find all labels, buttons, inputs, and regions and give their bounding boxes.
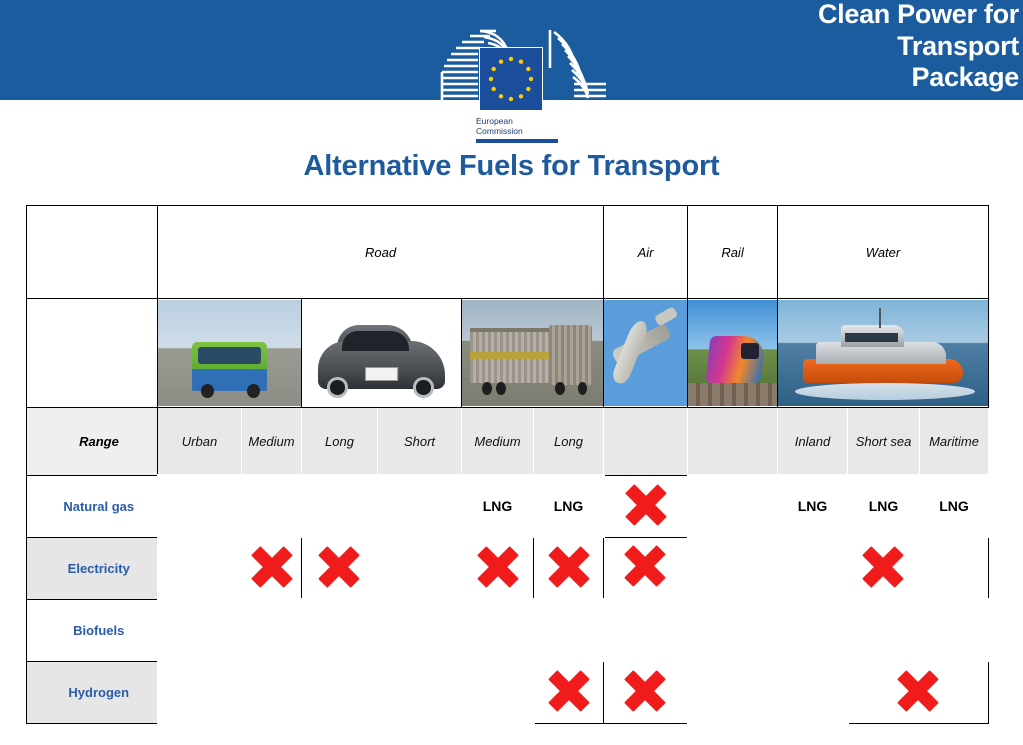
range-maritime: Maritime <box>919 407 990 476</box>
fuel-row-natural-gas: Natural gas LNG LNG LNG LNG LNG <box>26 474 990 538</box>
fuel-label-hydrogen: Hydrogen <box>26 660 158 724</box>
cell-natgas-urban[interactable] <box>156 474 243 538</box>
cell-elec-short-truck[interactable] <box>376 536 463 600</box>
fuel-label-electricity: Electricity <box>26 536 158 600</box>
range-long-truck: Long <box>532 407 605 476</box>
cell-natgas-medium-car[interactable] <box>240 474 303 538</box>
cell-h2-medium-truck[interactable] <box>460 660 535 724</box>
cell-h2-air[interactable] <box>603 660 689 724</box>
cell-bio-inland[interactable] <box>776 598 849 662</box>
plane-photo <box>603 298 689 408</box>
alternative-fuels-matrix: Road Air Rail Water Range Urban Medium L… <box>26 205 990 724</box>
range-short-truck: Short <box>377 407 462 476</box>
car-photo <box>301 298 462 408</box>
cell-elec-medium-truck[interactable] <box>461 536 534 600</box>
fuel-row-hydrogen: Hydrogen <box>26 660 990 724</box>
european-commission-logo: European Commission <box>434 22 614 143</box>
cell-elec-water[interactable] <box>777 536 990 600</box>
cell-h2-long-truck[interactable] <box>532 660 605 724</box>
cell-natgas-short-sea[interactable]: LNG <box>846 474 921 538</box>
truck-photo <box>460 298 605 408</box>
eu-flag-icon <box>479 47 543 111</box>
cross-icon <box>860 544 906 590</box>
cross-icon <box>475 544 521 590</box>
cell-elec-rail[interactable] <box>686 536 779 600</box>
range-inland: Inland <box>777 407 849 476</box>
cell-natgas-maritime[interactable]: LNG <box>918 474 990 538</box>
cell-h2-urban[interactable] <box>156 660 243 724</box>
cell-natgas-rail[interactable] <box>686 474 779 538</box>
image-row-label <box>26 298 158 408</box>
mode-header-road: Road <box>156 205 605 299</box>
ec-logo-text: European Commission <box>476 116 523 136</box>
mode-header-row: Road Air Rail Water <box>26 205 990 299</box>
range-row: Range Urban Medium Long Short Medium Lon… <box>26 407 990 476</box>
cross-icon <box>316 544 362 590</box>
cross-icon <box>895 668 941 714</box>
cell-h2-sea[interactable] <box>847 660 990 724</box>
bus-photo <box>157 298 302 408</box>
cell-bio-air[interactable] <box>602 598 689 662</box>
cell-natgas-air[interactable] <box>603 474 689 538</box>
mode-header-rail: Rail <box>687 205 779 299</box>
cell-h2-medium-car[interactable] <box>240 660 303 724</box>
cell-bio-medium-car[interactable] <box>240 598 303 662</box>
cell-natgas-medium-truck[interactable]: LNG <box>460 474 535 538</box>
cell-bio-short-truck[interactable] <box>376 598 463 662</box>
cell-h2-inland[interactable] <box>776 660 849 724</box>
fuel-label-biofuels: Biofuels <box>26 598 158 662</box>
range-short-sea: Short sea <box>847 407 921 476</box>
ec-logo-underline <box>476 139 558 143</box>
cross-icon <box>623 482 669 528</box>
cell-elec-air[interactable] <box>603 536 689 600</box>
cross-icon <box>546 544 592 590</box>
page-title: Alternative Fuels for Transport <box>303 150 720 182</box>
cell-bio-maritime[interactable] <box>918 598 990 662</box>
mode-header-water: Water <box>777 205 990 299</box>
range-urban: Urban <box>157 407 242 476</box>
cell-elec-medium-car[interactable] <box>241 536 302 600</box>
range-medium-truck: Medium <box>461 407 534 476</box>
cross-icon <box>622 543 668 589</box>
cell-elec-long-car[interactable] <box>301 536 378 600</box>
cell-natgas-long-truck[interactable]: LNG <box>532 474 605 538</box>
cell-natgas-inland[interactable]: LNG <box>776 474 849 538</box>
range-rail <box>687 407 779 476</box>
train-photo <box>687 298 779 408</box>
cell-h2-rail[interactable] <box>686 660 779 724</box>
mode-header-air: Air <box>603 205 689 299</box>
cell-h2-long-car[interactable] <box>300 660 379 724</box>
range-air <box>603 407 689 476</box>
cell-bio-medium-truck[interactable] <box>460 598 535 662</box>
cell-bio-long-car[interactable] <box>300 598 379 662</box>
fuel-label-natural-gas: Natural gas <box>26 474 158 538</box>
cell-h2-short-truck[interactable] <box>376 660 463 724</box>
cell-bio-long-truck[interactable] <box>532 598 605 662</box>
cell-elec-long-truck[interactable] <box>532 536 605 600</box>
corner-cell <box>26 205 158 299</box>
cell-elec-urban[interactable] <box>156 536 243 600</box>
cross-icon <box>546 668 592 714</box>
cell-bio-urban[interactable] <box>156 598 243 662</box>
fuel-row-biofuels: Biofuels <box>26 598 990 662</box>
range-long-car: Long <box>301 407 378 476</box>
cell-natgas-long-car[interactable] <box>300 474 379 538</box>
range-row-label: Range <box>26 407 158 476</box>
fuel-row-electricity: Electricity <box>26 536 990 600</box>
package-title: Clean Power for Transport Package <box>817 0 1019 93</box>
cross-icon <box>622 668 668 714</box>
vehicle-image-row <box>26 298 990 408</box>
range-medium-car: Medium <box>241 407 302 476</box>
cross-icon <box>249 544 295 590</box>
cell-bio-rail[interactable] <box>686 598 779 662</box>
cell-bio-short-sea[interactable] <box>846 598 921 662</box>
cell-natgas-short-truck[interactable] <box>376 474 463 538</box>
boat-photo <box>777 298 990 408</box>
